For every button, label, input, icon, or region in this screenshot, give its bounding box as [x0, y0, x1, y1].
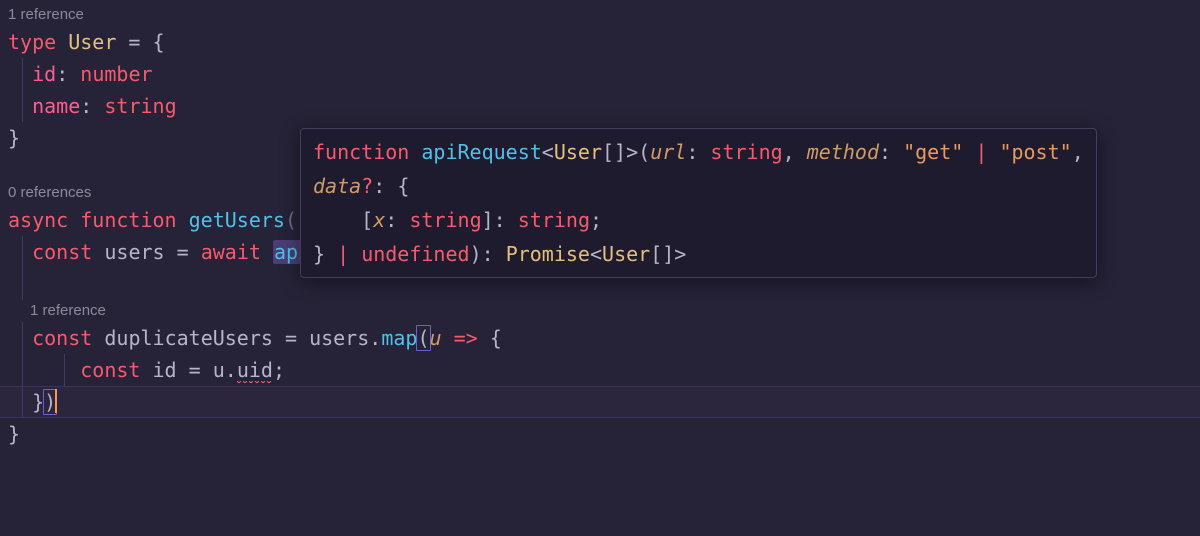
code-line[interactable]: id: number: [0, 58, 1200, 90]
keyword-type: type: [8, 30, 56, 54]
type-annotation: number: [80, 62, 152, 86]
method-call: map: [381, 326, 417, 350]
tooltip-line: data?: {: [313, 169, 1084, 203]
code-line[interactable]: const duplicateUsers = users.map(u => {: [0, 322, 1200, 354]
keyword-async: async: [8, 208, 68, 232]
codelens-reference-count[interactable]: 1 reference: [0, 4, 1200, 26]
field-name: name: [32, 94, 80, 118]
tooltip-line: } | undefined): Promise<User[]>: [313, 237, 1084, 271]
function-name: getUsers: [189, 208, 285, 232]
variable: id: [153, 358, 177, 382]
keyword-const: const: [32, 326, 92, 350]
keyword-const: const: [32, 240, 92, 264]
keyword-const: const: [80, 358, 140, 382]
variable: duplicateUsers: [104, 326, 273, 350]
code-line[interactable]: type User = {: [0, 26, 1200, 58]
param: u: [430, 326, 442, 350]
keyword-await: await: [201, 240, 261, 264]
code-line[interactable]: name: string: [0, 90, 1200, 122]
type-annotation: string: [104, 94, 176, 118]
code-line[interactable]: const id = u.uid;: [0, 354, 1200, 386]
type-name: User: [68, 30, 116, 54]
type-hover-tooltip[interactable]: function apiRequest<User[]>(url: string,…: [300, 128, 1097, 278]
bracket-match: (: [416, 325, 430, 351]
variable: users: [104, 240, 164, 264]
field-name: id: [32, 62, 56, 86]
tooltip-line: [x: string]: string;: [313, 203, 1084, 237]
codelens-reference-count[interactable]: 1 reference: [0, 300, 1200, 322]
active-line[interactable]: }): [0, 386, 1200, 418]
tooltip-line: function apiRequest<User[]>(url: string,…: [313, 135, 1084, 169]
keyword-function: function: [80, 208, 176, 232]
code-line[interactable]: }: [0, 418, 1200, 450]
error-squiggle[interactable]: uid: [237, 358, 273, 382]
text-cursor: [55, 389, 57, 413]
